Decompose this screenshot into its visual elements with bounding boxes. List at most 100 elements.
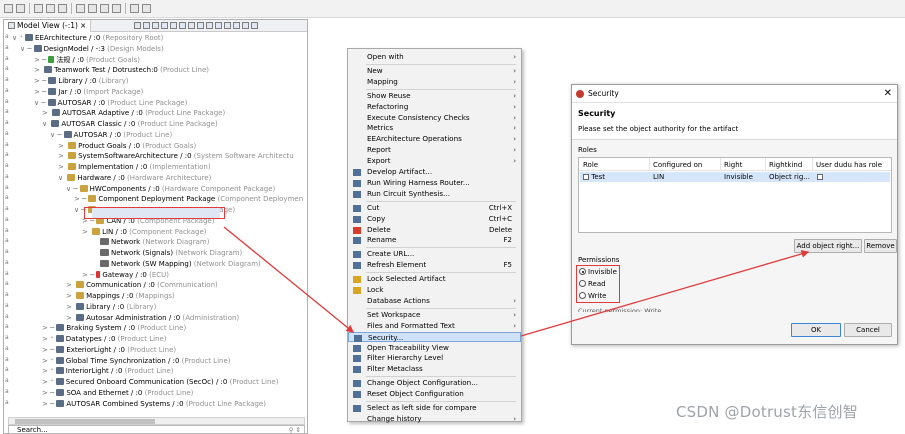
grid-icon[interactable] <box>224 22 231 29</box>
tree-expander-icon[interactable]: ∨ ─ <box>20 45 32 53</box>
scrollbar-thumb[interactable] <box>15 419 155 424</box>
back-icon[interactable] <box>130 4 139 13</box>
menu-item-refactoring[interactable]: Refactoring › <box>348 102 521 113</box>
tree-expander-icon[interactable]: > ─ <box>82 271 94 279</box>
refresh-icon[interactable] <box>188 22 195 29</box>
menu-item-select-as-left-side-for-compare[interactable]: Select as left side for compare <box>348 403 521 414</box>
search-icon[interactable] <box>170 22 177 29</box>
tree-expander-icon[interactable]: > ─ <box>34 77 46 85</box>
tree-row[interactable]: > ─ Library / :0 (Library) <box>34 76 129 87</box>
tree-expander-icon[interactable]: ∨ ─ <box>66 185 78 193</box>
tree-row[interactable]: > ⁺ Secured Onboard Communication (SecOc)… <box>42 377 278 388</box>
menu-item-lock-selected-artifact[interactable]: Lock Selected Artifact <box>348 274 521 285</box>
tree-row[interactable]: > AUTOSAR Adaptive / :0 (Product Line Pa… <box>42 108 225 119</box>
menu-item-open-with[interactable]: Open with › <box>348 52 521 63</box>
menu-item-show-reuse[interactable]: Show Reuse › <box>348 91 521 102</box>
redo-icon[interactable] <box>46 4 55 13</box>
search-icon[interactable] <box>100 4 109 13</box>
menu-item-run-circuit-synthesis[interactable]: Run Circuit Synthesis... <box>348 189 521 200</box>
permission-radio-read[interactable]: Read <box>579 279 606 289</box>
tree-expander-icon[interactable]: > <box>66 281 74 289</box>
minimize-icon[interactable] <box>242 22 249 29</box>
tree-expander-icon[interactable]: ∨ ─ <box>34 99 46 107</box>
tree-row[interactable]: > SystemSoftwareArchitecture / :0 (Syste… <box>58 151 294 162</box>
add-object-right-button[interactable]: Add object right... <box>794 239 862 253</box>
collapse-icon[interactable] <box>143 22 150 29</box>
menu-item-change-object-configuration[interactable]: Change Object Configuration... <box>348 378 521 389</box>
menu-item-lock[interactable]: Lock <box>348 285 521 296</box>
tree-row[interactable]: > ⁺ Datatypes / :0 (Product Line) <box>42 334 167 345</box>
tree-expander-icon[interactable]: > ─ <box>74 195 86 203</box>
column-header-has-role[interactable]: User dudu has role <box>816 159 882 171</box>
tree-expander-icon[interactable]: > <box>58 163 66 171</box>
tree-row[interactable]: > Autosar Administration / :0 (Administr… <box>66 313 239 324</box>
filter-icon[interactable] <box>152 22 159 29</box>
menu-item-security[interactable]: Security... <box>348 331 521 343</box>
menu-item-filter-hierarchy-level[interactable]: Filter Hierarchy Level <box>348 353 521 364</box>
menu-item-cut[interactable]: Cut Ctrl+X <box>348 203 521 214</box>
tree-row[interactable]: ∨ ─ AUTOSAR / :0 (Product Line) <box>50 130 172 141</box>
close-icon[interactable]: × <box>80 21 86 30</box>
tree-row[interactable]: > Teamwork Test / Dotrustech:0 (Product … <box>34 65 209 76</box>
tree-expander-icon[interactable]: > <box>58 152 66 160</box>
tree-expander-icon[interactable]: > ⁺ <box>42 335 54 343</box>
tree-row[interactable]: > ─ Component Deployment Package (Compone… <box>74 194 303 205</box>
record-icon[interactable] <box>76 4 85 13</box>
menu-item-database-actions[interactable]: Database Actions › <box>348 296 521 307</box>
menu-item-refresh-element[interactable]: Refresh Element F5 <box>348 260 521 271</box>
permission-radio-invisible[interactable]: Invisible <box>579 267 617 277</box>
column-header-role[interactable]: Role <box>583 159 598 171</box>
filter-icon[interactable] <box>88 4 97 13</box>
search-input[interactable]: Search... ⚲ ⇕ <box>8 425 305 434</box>
tree-row[interactable]: ∨ ─ DesignModel / -:3 (Design Models) <box>20 44 164 55</box>
copy-icon[interactable] <box>58 4 67 13</box>
tree-row[interactable]: Network (SW Mapping) (Network Diagram) <box>98 259 261 270</box>
tree-row[interactable]: > ─ ExteriorLight / :0 (Product Line) <box>42 345 176 356</box>
tree-row[interactable]: > ─ Braking System / :0 (Product Line) <box>42 323 186 334</box>
tree-row[interactable]: > ─ AUTOSAR Combined Systems / :0 (Produc… <box>42 399 266 410</box>
menu-item-metrics[interactable]: Metrics › <box>348 123 521 134</box>
column-header-right[interactable]: Right <box>724 159 742 171</box>
tree-expander-icon[interactable]: > ─ <box>34 88 46 96</box>
tree-expander-icon[interactable]: ∨ ⁺ <box>12 34 23 42</box>
ok-button[interactable]: OK <box>791 323 841 337</box>
menu-item-run-wiring-harness-router[interactable]: Run Wiring Harness Router... <box>348 178 521 189</box>
model-view-tab[interactable]: Model View (-:1) × <box>4 19 92 32</box>
menu-item-report[interactable]: Report › <box>348 145 521 156</box>
back-icon[interactable] <box>197 22 204 29</box>
cancel-button[interactable]: Cancel <box>844 323 892 337</box>
tree-row[interactable]: > ─ 法规 / :0 (Product Goals) <box>34 55 140 66</box>
tree-row[interactable]: ∨ ─ HWComponents / :0 (Hardware Component… <box>66 184 275 195</box>
maximize-icon[interactable] <box>251 22 258 29</box>
tree-row[interactable]: > Communication / :0 (Communication) <box>66 280 218 291</box>
tree-expander-icon[interactable]: > ⁺ <box>42 357 54 365</box>
link-editor-icon[interactable] <box>134 22 141 29</box>
menu-item-copy[interactable]: Copy Ctrl+C <box>348 214 521 225</box>
has-role-checkbox[interactable] <box>817 172 823 182</box>
menu-item-filter-metaclass[interactable]: Filter Metaclass <box>348 364 521 375</box>
tree-row[interactable]: ∨ ─ AUTOSAR / :0 (Product Line Package) <box>34 98 187 109</box>
column-header-rightkind[interactable]: Rightkind <box>769 159 802 171</box>
save-all-icon[interactable] <box>16 4 25 13</box>
tree-row[interactable]: Network (Network Diagram) <box>98 237 209 248</box>
column-header-configured-on[interactable]: Configured on <box>653 159 702 171</box>
menu-item-create-url[interactable]: Create URL... <box>348 249 521 260</box>
tree-row[interactable]: > Mappings / :0 (Mappings) <box>66 291 175 302</box>
tree-expander-icon[interactable]: > <box>82 228 90 236</box>
menu-item-new[interactable]: New › <box>348 66 521 77</box>
close-icon[interactable]: ✕ <box>884 85 892 103</box>
forward-icon[interactable] <box>142 4 151 13</box>
tree-expander-icon[interactable]: > <box>66 292 74 300</box>
link-icon[interactable] <box>112 4 121 13</box>
home-icon[interactable] <box>215 22 222 29</box>
menu-item-set-workspace[interactable]: Set Workspace › <box>348 310 521 321</box>
menu-item-eearchitecture-operations[interactable]: EEArchitecture Operations › <box>348 134 521 145</box>
menu-item-execute-consistency-checks[interactable]: Execute Consistency Checks › <box>348 113 521 124</box>
menu-item-change-history[interactable]: Change history › <box>348 414 521 425</box>
tree-row[interactable]: ∨ Hardware / :0 (Hardware Architecture) <box>58 173 211 184</box>
menu-item-delete[interactable]: Delete Delete <box>348 225 521 236</box>
dialog-titlebar[interactable]: Security ✕ <box>572 85 897 103</box>
tree-expander-icon[interactable]: > ─ <box>42 389 54 397</box>
tree-expander-icon[interactable]: > <box>58 142 66 150</box>
tree-row[interactable]: > ─ Jar / :0 (Import Package) <box>34 87 143 98</box>
